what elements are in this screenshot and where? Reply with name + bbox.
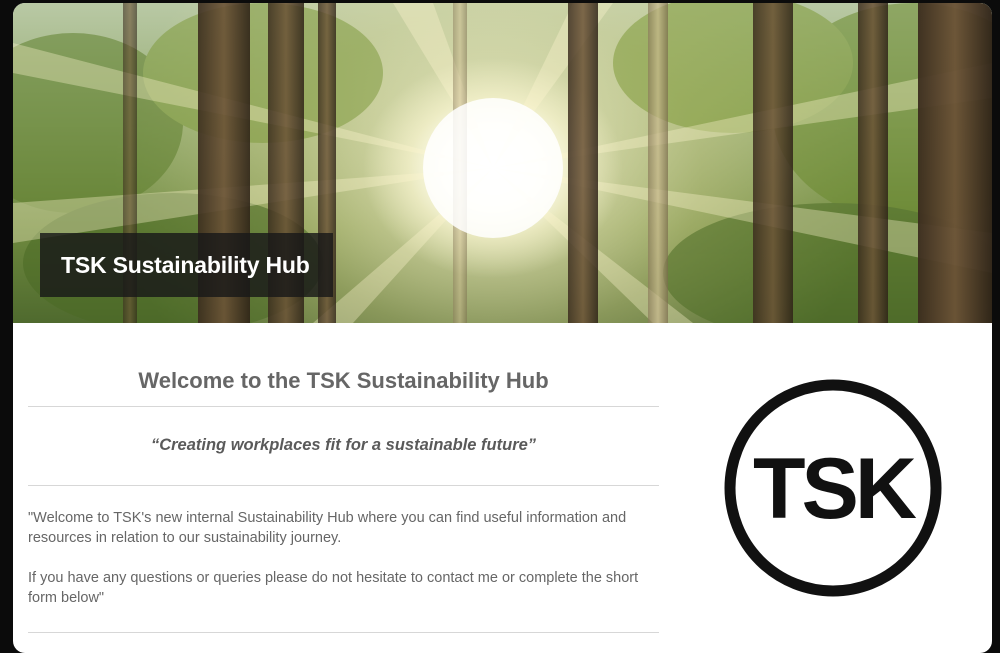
welcome-message: "Welcome to TSK's new internal Sustainab… [28, 486, 659, 632]
hero-title-box: TSK Sustainability Hub [40, 233, 333, 297]
contact-paragraph: If you have any questions or queries ple… [28, 570, 639, 606]
tsk-logo: TSK [724, 379, 942, 597]
hero-banner: TSK Sustainability Hub [13, 3, 992, 323]
hero-title: TSK Sustainability Hub [61, 251, 310, 278]
tagline: “Creating workplaces fit for a sustainab… [150, 436, 537, 454]
welcome-heading: Welcome to the TSK Sustainability Hub [138, 368, 549, 393]
welcome-section: Welcome to the TSK Sustainability Hub “C… [28, 338, 659, 633]
divider [28, 632, 659, 633]
page: TSK Sustainability Hub Welcome to the TS… [13, 3, 992, 653]
welcome-paragraph: "Welcome to TSK's new internal Sustainab… [28, 510, 627, 546]
logo-text: TSK [753, 441, 917, 537]
